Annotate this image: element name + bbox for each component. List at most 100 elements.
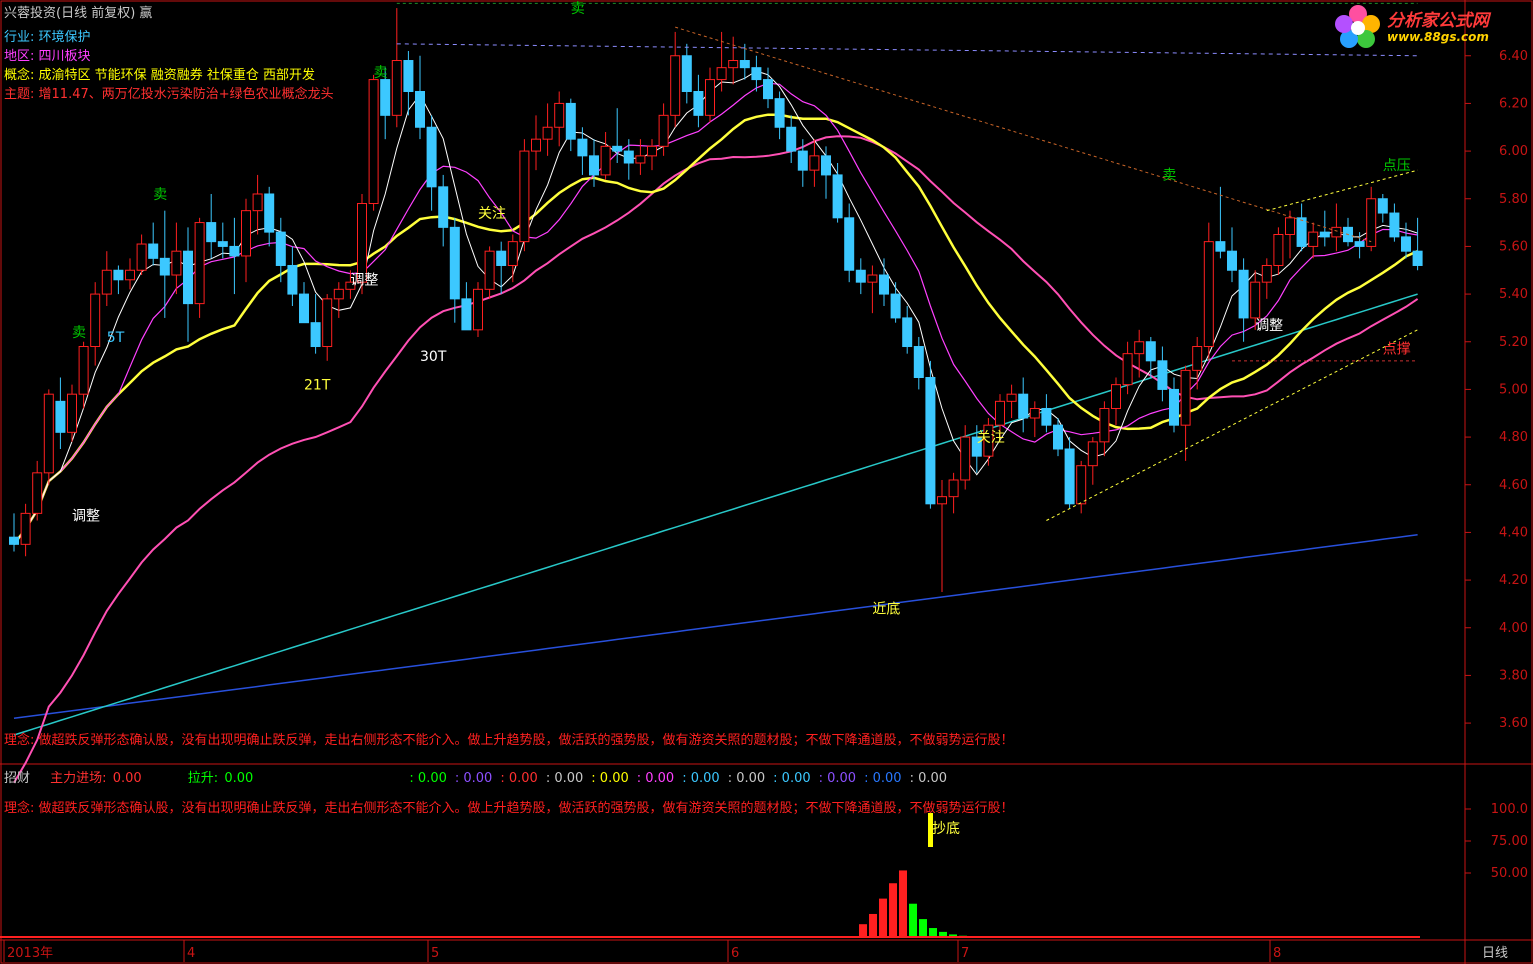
histogram-bar (859, 924, 867, 937)
candle-down (763, 79, 773, 100)
candle-up (647, 145, 657, 157)
candle-up (78, 346, 89, 395)
candle-up (357, 203, 367, 283)
candle-up (1099, 407, 1110, 443)
indicator-value: : 0.00 (727, 771, 766, 786)
candle-down (113, 269, 124, 281)
y-tick-label: 5.40 (1499, 287, 1528, 302)
x-tick-label: 5 (431, 946, 439, 961)
candle-up (1134, 341, 1145, 355)
candle-down (1157, 360, 1168, 390)
theme-value[interactable]: 增11.47、两万亿投水污染防治+绿色农业概念龙头 (39, 87, 334, 102)
candle-down (229, 245, 240, 257)
histogram-bar (899, 870, 907, 937)
y-tick-label: 4.80 (1499, 430, 1528, 445)
candle-down (844, 217, 855, 271)
theme-label: 主题: (4, 87, 35, 102)
candle-down (913, 346, 924, 378)
indicator-name[interactable]: 招财 (4, 771, 30, 786)
candle-up (635, 155, 646, 164)
candle-up (1261, 264, 1272, 283)
candle-up (1029, 407, 1040, 419)
candle-down (206, 222, 217, 243)
candle-down (589, 155, 599, 176)
candle-up (1087, 441, 1098, 467)
y-tick-label: 5.80 (1499, 192, 1528, 207)
candle-up (1192, 346, 1203, 371)
candle-down (1041, 407, 1052, 426)
lift-label: 拉升: (187, 771, 219, 786)
candle-down (438, 186, 449, 228)
y-tick-label: 3.60 (1499, 716, 1528, 731)
candle-down (739, 60, 750, 69)
histogram-bar (889, 883, 897, 937)
candle-up (333, 288, 344, 300)
chart-annotation: 点压 (1383, 158, 1411, 174)
candle-up (67, 393, 77, 433)
x-tick-label: 4 (187, 946, 195, 961)
histogram-bar (869, 913, 877, 937)
sub-y-tick-label: 50.00 (1491, 866, 1528, 881)
candle-down (1389, 212, 1400, 238)
industry-label: 行业: (4, 30, 35, 45)
moving-average-lines (12, 70, 1419, 784)
candle-down (612, 145, 623, 152)
region-label: 地区: (4, 49, 35, 64)
candle-down (565, 102, 576, 140)
candle-up (20, 512, 31, 545)
candle-down (415, 91, 425, 128)
industry-value[interactable]: 环境保护 (39, 30, 91, 45)
chart-frame (0, 0, 1533, 964)
date-x-axis: 2013年 4 5 6 7 8 日线 (3, 940, 1508, 962)
chart-annotation: 卖 (571, 1, 585, 17)
flower-logo-icon (1335, 5, 1380, 48)
price-chart[interactable]: 调整5T卖卖21T调整卖30T关注卖近底关注卖调整点压点撑 6.406.206.… (0, 0, 1533, 964)
candle-down (496, 250, 507, 266)
upper-channel-line (1266, 169, 1418, 212)
indicator-value: : 0.00 (864, 771, 902, 786)
y-tick-label: 6.00 (1499, 144, 1528, 159)
indicator-value: : 0.00 (682, 771, 720, 786)
concept-value[interactable]: 成渝特区 节能环保 融资融券 社保重仓 西部开发 (39, 68, 316, 83)
candle-down (1377, 198, 1388, 214)
candle-up (90, 293, 101, 348)
philosophy-text-main: 理念: 做超跌反弹形态确认股，没有出现明确止跌反弹，走出右侧形态不能介入。做上升… (4, 733, 1014, 748)
candle-up (473, 288, 483, 331)
region-value[interactable]: 四川板块 (39, 49, 91, 64)
theme-row: 主题: 增11.47、两万亿投水污染防治+绿色农业概念龙头 (4, 87, 334, 103)
chart-annotation: 关注 (977, 430, 1005, 446)
candle-up (1285, 217, 1295, 235)
chart-annotation: 卖 (1162, 168, 1176, 184)
indicator-value: : 0.00 (818, 771, 857, 786)
candle-up (507, 241, 518, 266)
indicator-value: : 0.00 (454, 771, 493, 786)
y-tick-label: 4.60 (1499, 478, 1528, 493)
candle-down (681, 55, 692, 92)
industry-row: 行业: 环境保护 (4, 30, 91, 46)
y-tick-label: 5.20 (1499, 335, 1528, 350)
candle-up (554, 102, 565, 128)
candle-up (1250, 281, 1261, 319)
candle-up (32, 472, 43, 514)
candle-down (751, 67, 762, 81)
concept-row: 概念: 成渝特区 节能环保 融资融券 社保重仓 西部开发 (4, 68, 315, 84)
y-tick-label: 3.80 (1499, 668, 1528, 683)
candle-down (183, 250, 193, 305)
y-tick-label: 4.20 (1499, 573, 1528, 588)
candle-down (1215, 241, 1226, 252)
candle-up (1331, 226, 1342, 238)
candle-up (948, 479, 959, 498)
chart-annotation: 21T (304, 377, 331, 393)
bottom-signal-label: 抄底 (932, 821, 960, 837)
x-tick-label: 6 (731, 946, 739, 961)
candle-down (1354, 241, 1365, 247)
candle-down (1319, 231, 1330, 238)
y-tick-label: 6.20 (1499, 96, 1528, 111)
candle-down (1169, 388, 1179, 426)
candle-up (1203, 241, 1214, 348)
y-tick-label: 5.00 (1499, 382, 1528, 397)
lift-value: 0.00 (224, 771, 254, 786)
price-y-axis: 6.406.206.005.805.605.405.205.004.804.60… (1465, 49, 1528, 731)
candle-down (821, 155, 831, 176)
chart-annotation: 调整 (350, 273, 378, 289)
